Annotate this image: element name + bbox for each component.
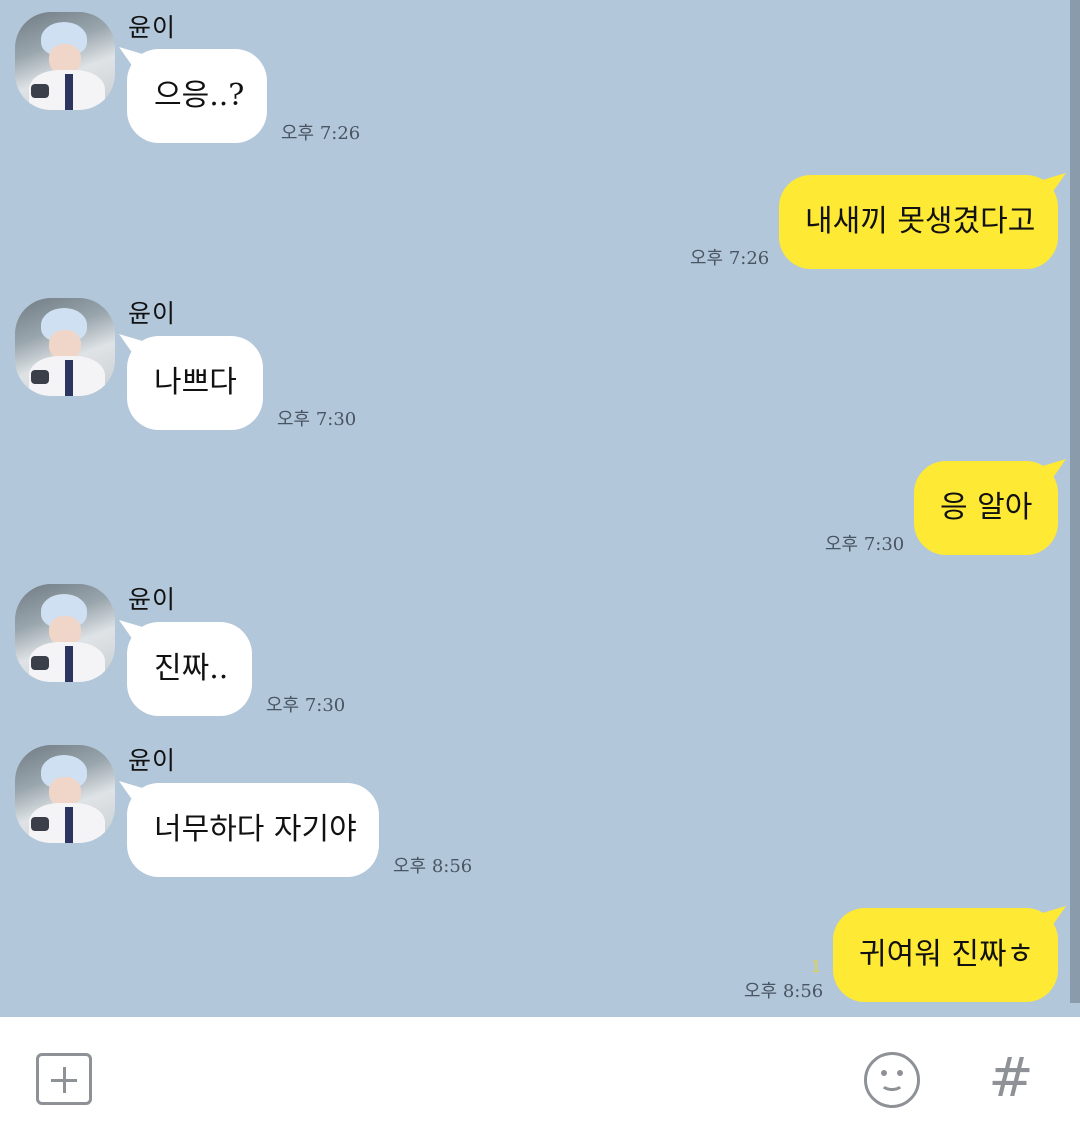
message-timestamp: 오후 7:30 <box>825 534 905 555</box>
message-timestamp: 오후 7:26 <box>281 123 361 144</box>
message-timestamp: 오후 8:56 <box>393 856 473 877</box>
plus-square-icon[interactable] <box>36 1053 92 1105</box>
outgoing-message-bubble[interactable]: 귀여워 진짜ㅎ <box>833 908 1058 1002</box>
contact-name: 윤이 <box>128 746 177 775</box>
smiley-icon[interactable] <box>864 1052 920 1108</box>
message-timestamp: 오후 7:26 <box>690 248 770 269</box>
chat-scrollbar[interactable] <box>1070 0 1080 1003</box>
chat-area[interactable]: 윤이 으응..? 오후 7:26 내새끼 못생겼다고 오후 7:26 윤이 나쁘… <box>0 0 1080 1017</box>
unread-count-badge: 1 <box>811 957 822 976</box>
contact-avatar[interactable] <box>15 745 115 843</box>
incoming-message-bubble[interactable]: 으응..? <box>127 49 267 143</box>
contact-name: 윤이 <box>128 585 177 614</box>
contact-avatar[interactable] <box>15 298 115 396</box>
outgoing-message-bubble[interactable]: 내새끼 못생겼다고 <box>779 175 1058 269</box>
incoming-message-bubble[interactable]: 너무하다 자기야 <box>127 783 379 877</box>
message-timestamp: 오후 7:30 <box>266 695 346 716</box>
message-timestamp: 오후 7:30 <box>277 409 357 430</box>
contact-avatar[interactable] <box>15 12 115 110</box>
contact-avatar[interactable] <box>15 584 115 682</box>
contact-name: 윤이 <box>128 13 177 42</box>
message-timestamp: 오후 8:56 <box>744 981 824 1002</box>
outgoing-message-bubble[interactable]: 응 알아 <box>914 461 1058 555</box>
incoming-message-bubble[interactable]: 나쁘다 <box>127 336 263 430</box>
contact-name: 윤이 <box>128 299 177 328</box>
incoming-message-bubble[interactable]: 진짜.. <box>127 622 252 716</box>
hashtag-button[interactable]: # <box>986 1048 1036 1108</box>
